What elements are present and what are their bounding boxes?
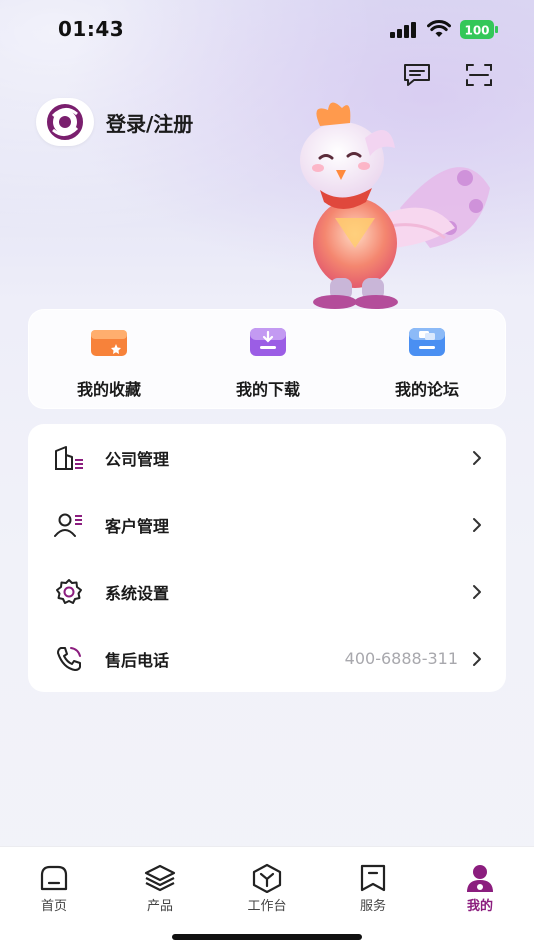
quick-action-downloads[interactable]: 我的下载 [198,324,338,404]
menu-item-settings[interactable]: 系统设置 [28,558,506,625]
quick-action-label: 我的论坛 [394,380,459,399]
bookmark-icon [360,864,386,892]
menu-item-aftersales-phone[interactable]: 售后电话 400-6888-311 [28,625,506,692]
logo-swirl-icon [47,104,83,140]
settings-icon [54,578,84,606]
battery-icon: 100 [460,20,498,39]
quick-action-label: 我的下载 [235,380,300,399]
home-indicator [172,934,362,940]
battery-level: 100 [464,24,489,38]
layers-icon [144,864,176,892]
menu-item-label: 公司管理 [105,449,170,469]
tab-label: 产品 [146,899,173,914]
menu-item-company[interactable]: 公司管理 [28,424,506,491]
chevron-right-icon [473,584,481,599]
forum-icon [409,328,445,356]
tab-label: 我的 [466,899,493,914]
quick-action-label: 我的收藏 [76,380,141,399]
tab-label: 工作台 [247,899,287,914]
quick-action-forum[interactable]: 我的论坛 [357,324,497,404]
tab-label: 首页 [40,899,67,914]
chevron-right-icon [473,517,481,532]
app-logo[interactable] [36,98,94,146]
tab-mine[interactable]: 我的 [440,863,520,914]
chevron-right-icon [473,450,481,465]
signal-icon [390,22,416,38]
settings-menu-card: 公司管理 客户管理 系统设置 售后电话 400-6888-311 [28,424,506,692]
status-time: 01:43 [58,17,125,41]
menu-item-label: 客户管理 [105,516,170,536]
menu-item-customer[interactable]: 客户管理 [28,491,506,558]
login-row[interactable]: 登录/注册 [36,98,193,146]
tab-label: 服务 [359,899,386,914]
tab-products[interactable]: 产品 [120,863,200,914]
menu-item-label: 售后电话 [105,650,170,670]
menu-item-label: 系统设置 [105,583,170,603]
home-icon [40,865,68,891]
quick-action-favorites[interactable]: 我的收藏 [39,324,179,404]
tab-service[interactable]: 服务 [333,863,413,914]
message-icon[interactable] [402,62,432,88]
tab-workbench[interactable]: 工作台 [227,863,307,914]
aftersales-phone-number: 400-6888-311 [344,649,458,668]
chevron-right-icon [473,651,481,666]
phone-icon [54,645,84,673]
login-register-link[interactable]: 登录/注册 [106,108,193,137]
status-bar: 01:43 100 [0,0,534,58]
phoenix-mascot-illustration [300,102,490,309]
company-icon [54,444,84,472]
favorites-icon [91,330,127,356]
tab-home[interactable]: 首页 [14,863,94,914]
wifi-icon [427,20,451,37]
scan-icon[interactable] [464,62,494,88]
workbench-icon [252,863,282,893]
download-icon [250,328,286,356]
quick-actions-card: 我的收藏 我的下载 我的论坛 [28,309,506,409]
profile-icon [467,865,493,892]
customer-icon [54,511,84,539]
